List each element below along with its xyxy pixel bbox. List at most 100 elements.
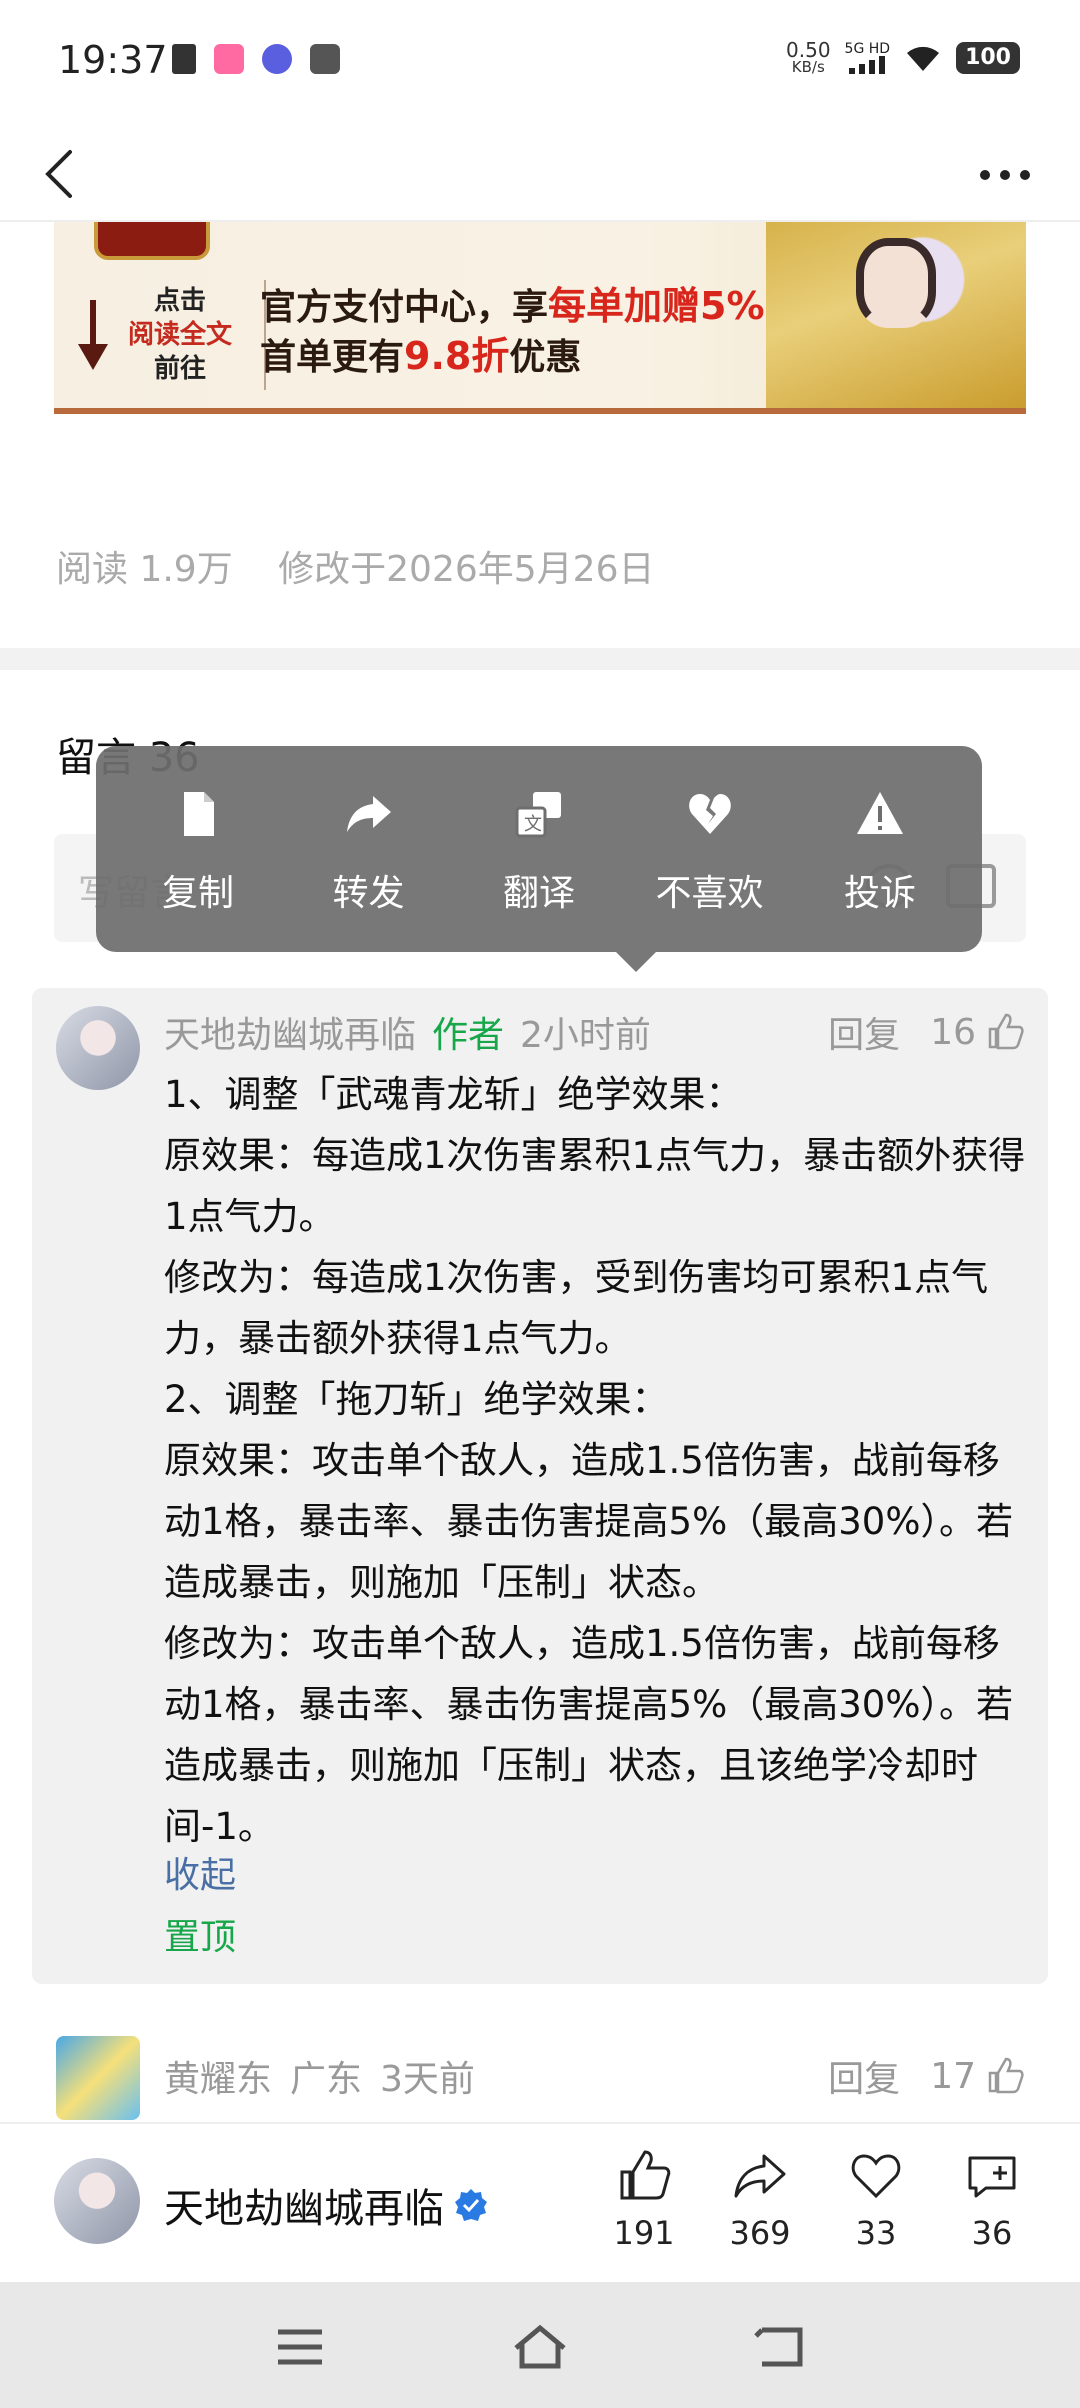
return-icon xyxy=(754,2327,803,2367)
status-bar: 19:37 0.50 KB/s 5G HD 100 xyxy=(0,0,1080,120)
article-actions: 191 369 33 36 xyxy=(586,2148,1050,2252)
comment-line: 1、调整「武魂青龙斩」绝学效果： xyxy=(164,1073,743,1116)
back-arrow-icon xyxy=(45,150,72,198)
system-back-button[interactable] xyxy=(752,2322,812,2372)
banner-left-line2: 阅读全文 xyxy=(128,320,233,350)
comment-add-icon xyxy=(968,2156,1016,2198)
wifi-icon xyxy=(907,46,940,71)
status-right: 0.50 KB/s 5G HD 100 xyxy=(786,40,1020,75)
character-face xyxy=(856,238,936,328)
menu-translate[interactable]: 文 翻译 xyxy=(459,790,619,952)
app-notification-icon xyxy=(214,44,244,74)
banner-character-image xyxy=(766,222,1026,408)
svg-text:文: 文 xyxy=(524,814,542,835)
thumbs-up-icon xyxy=(988,2057,1024,2094)
modified-date: 修改于2026年5月26日 xyxy=(278,549,655,590)
status-time: 19:37 xyxy=(58,38,168,82)
comment-header: 黄耀东 广东 3天前 xyxy=(164,2050,475,2102)
thumbs-up-icon xyxy=(988,1013,1024,1050)
net-speed-unit: KB/s xyxy=(791,58,825,76)
signal-indicator: 5G HD xyxy=(844,40,891,74)
game-notification-icon xyxy=(310,44,340,74)
more-dot-icon xyxy=(980,170,990,180)
heart-icon xyxy=(851,2154,901,2199)
more-options-button[interactable] xyxy=(970,160,1040,190)
author-avatar[interactable] xyxy=(54,2158,140,2244)
collapse-link[interactable]: 收起 xyxy=(164,1846,236,1898)
sim-icon xyxy=(172,44,196,74)
like-button[interactable]: 16 xyxy=(930,1012,1024,1053)
net-speed: 0.50 KB/s xyxy=(786,40,831,75)
comment-actions: 回复 17 xyxy=(828,2050,1024,2102)
banner-line2-highlight: 9.8折 xyxy=(404,334,510,378)
comment-author[interactable]: 天地劫幽城再临 xyxy=(164,1006,416,1058)
thumbs-up-icon xyxy=(620,2150,671,2200)
avatar[interactable] xyxy=(56,2036,140,2120)
banner-line1-highlight: 每单加赠5% xyxy=(548,284,765,328)
like-article-button[interactable]: 191 xyxy=(586,2148,702,2252)
more-dot-icon xyxy=(1020,170,1030,180)
menu-copy-label: 复制 xyxy=(161,873,234,914)
tieba-notification-icon xyxy=(262,44,292,74)
home-icon xyxy=(514,2324,566,2369)
article-meta: 阅读 1.9万 修改于2026年5月26日 xyxy=(56,540,689,592)
menu-forward-label: 转发 xyxy=(332,873,405,914)
signal-bars-icon xyxy=(849,55,886,74)
banner-left-line3: 前往 xyxy=(154,354,207,384)
treasure-chest-icon xyxy=(94,222,210,260)
favorite-button[interactable]: 33 xyxy=(818,2148,934,2252)
home-button[interactable] xyxy=(510,2322,570,2372)
banner-line2-suffix: 优惠 xyxy=(509,337,582,378)
comment-body: 1、调整「武魂青龙斩」绝学效果： 原效果：每造成1次伤害累积1点气力，暴击额外获… xyxy=(164,1064,1034,1857)
comment-item[interactable]: 天地劫幽城再临 作者 2小时前 回复 16 1、调整「武魂青龙斩」绝学效果： 原… xyxy=(32,988,1048,1984)
banner-read-more: 点击 阅读全文 前往 xyxy=(78,284,232,386)
like-button[interactable]: 17 xyxy=(930,2056,1024,2097)
promo-banner[interactable]: 点击 阅读全文 前往 官方支付中心，享每单加赠5% 首单更有9.8折优惠 xyxy=(54,222,1026,414)
menu-translate-label: 翻译 xyxy=(502,873,575,914)
banner-headline: 官方支付中心，享每单加赠5% 首单更有9.8折优惠 xyxy=(260,282,765,382)
like-count: 16 xyxy=(930,1011,976,1053)
warning-icon xyxy=(857,792,903,834)
comment-header: 天地劫幽城再临 作者 2小时前 xyxy=(164,1006,651,1058)
author-name[interactable]: 天地劫幽城再临 xyxy=(164,2176,488,2234)
more-dot-icon xyxy=(1000,170,1010,180)
section-divider xyxy=(0,648,1080,670)
comment-time: 3天前 xyxy=(380,2059,475,2100)
reply-button[interactable]: 回复 xyxy=(828,1006,900,1058)
menu-report-label: 投诉 xyxy=(843,873,916,914)
net-speed-value: 0.50 xyxy=(786,38,831,62)
reply-button[interactable]: 回复 xyxy=(828,2050,900,2102)
banner-line1: 官方支付中心，享每单加赠5% xyxy=(260,282,765,332)
menu-copy[interactable]: 复制 xyxy=(118,790,278,952)
menu-forward[interactable]: 转发 xyxy=(289,790,449,952)
like-count: 191 xyxy=(613,2214,675,2252)
banner-line1-prefix: 官方支付中心，享 xyxy=(260,287,549,328)
favorite-count: 33 xyxy=(855,2214,897,2252)
comment-actions: 回复 16 xyxy=(828,1006,1024,1058)
banner-left-line1: 点击 xyxy=(154,286,207,316)
menu-button[interactable] xyxy=(270,2322,330,2372)
avatar[interactable] xyxy=(56,1006,140,1090)
author-tag: 作者 xyxy=(432,1015,505,1056)
share-icon xyxy=(734,2154,786,2198)
forward-icon xyxy=(346,796,391,832)
system-nav-bar xyxy=(0,2282,1080,2408)
comment-count: 36 xyxy=(971,2214,1013,2252)
author-name-text: 天地劫幽城再临 xyxy=(164,2186,444,2232)
comment-author[interactable]: 黄耀东 xyxy=(164,2050,272,2102)
battery-indicator: 100 xyxy=(956,41,1020,74)
like-count: 17 xyxy=(930,2055,976,2097)
share-button[interactable]: 369 xyxy=(702,2148,818,2252)
menu-dislike-label: 不喜欢 xyxy=(655,873,764,914)
notification-icons xyxy=(172,44,340,74)
signal-label: 5G HD xyxy=(844,40,891,57)
verified-badge-icon xyxy=(455,2189,487,2221)
bottom-action-bar: 天地劫幽城再临 191 369 33 36 xyxy=(0,2122,1080,2282)
menu-report[interactable]: 投诉 xyxy=(800,790,960,952)
menu-dislike[interactable]: 不喜欢 xyxy=(630,790,790,952)
comment-button[interactable]: 36 xyxy=(934,2148,1050,2252)
back-button[interactable] xyxy=(34,144,94,204)
nav-bar xyxy=(0,120,1080,220)
pin-button[interactable]: 置顶 xyxy=(164,1908,236,1960)
comment-context-menu: 复制 转发 文 翻译 不喜欢 投诉 xyxy=(96,746,982,972)
